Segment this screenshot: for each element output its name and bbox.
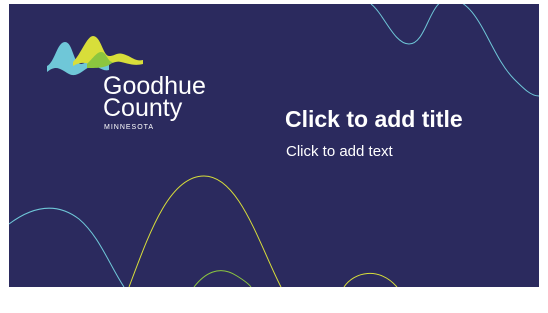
slide-title-placeholder[interactable]: Click to add title	[285, 102, 535, 136]
logo-text-minnesota: MINNESOTA	[104, 124, 154, 131]
slide-canvas[interactable]: Goodhue County MINNESOTA Click to add ti…	[9, 4, 539, 287]
canvas-margin	[0, 287, 548, 313]
logo-text-county: County	[103, 94, 183, 122]
logo-mark: Goodhue County MINNESOTA	[47, 36, 206, 131]
slide-text-placeholder[interactable]: Click to add text	[286, 141, 486, 163]
goodhue-county-logo: Goodhue County MINNESOTA	[43, 34, 233, 134]
